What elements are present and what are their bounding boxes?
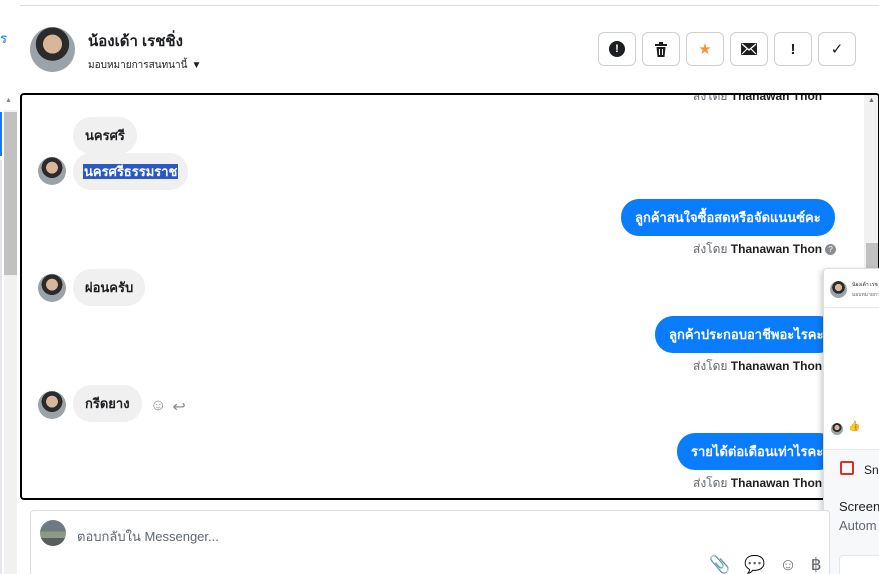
scroll-up-arrow-icon[interactable]: ▲: [5, 97, 12, 104]
trash-icon: [655, 41, 667, 57]
follow-up-button[interactable]: !: [774, 32, 812, 66]
reply-input[interactable]: ตอบกลับใน Messenger...: [77, 526, 219, 547]
sent-by-label: ส่งโดย Thanawan Thon: [693, 474, 822, 493]
incoming-message[interactable]: นครศรี: [73, 117, 137, 154]
notification-preview-card[interactable]: น้องเด้า เรช มอบหมายการ 👍 Sni Screen Aut…: [823, 268, 879, 574]
snip-text-line2: Autom: [839, 518, 877, 533]
sender-name: Thanawan Thon: [730, 242, 823, 256]
star-icon: ★: [698, 41, 712, 58]
sent-by-prefix: ส่งโดย: [693, 242, 728, 256]
paperclip-icon[interactable]: 📎: [709, 555, 730, 574]
delete-button[interactable]: [642, 32, 680, 66]
react-emoji-icon[interactable]: ☺: [150, 397, 166, 417]
incoming-message[interactable]: ผ่อนครับ: [73, 269, 146, 306]
sender-name: Thanawan Thon: [730, 359, 823, 373]
contact-avatar-small: [38, 274, 66, 302]
composer-tools: 📎 💬 ☺ ฿: [709, 555, 822, 574]
mark-done-button[interactable]: ✓: [818, 32, 856, 66]
exclamation-icon: !: [790, 40, 796, 58]
sidebar-edge-glyph: ร: [0, 31, 7, 46]
inbox-window: ร ▲ น้องเด้า เรชชิ่ง มอบหมายการสนทนานี้ …: [0, 0, 879, 574]
sent-by-label: ส่งโดย Thanawan Thon: [693, 357, 822, 376]
conversation-scrollbar-thumb[interactable]: [866, 243, 878, 271]
sent-by-prefix: ส่งโดย: [693, 476, 728, 490]
preview-name: น้องเด้า เรช: [852, 282, 878, 288]
assign-label: มอบหมายการสนทนานี้: [88, 60, 188, 71]
sender-name: Thanawan Thon: [730, 93, 823, 103]
reply-composer[interactable]: ตอบกลับใน Messenger... 📎 💬 ☺ ฿: [30, 510, 830, 574]
saved-reply-icon[interactable]: 💬: [744, 555, 765, 574]
page-avatar: [40, 520, 66, 546]
conversation-panel[interactable]: ส่งโดย Thanawan Thon นครศรี นครศรีธรรมรา…: [20, 93, 879, 500]
contact-avatar-small: [38, 391, 66, 419]
snip-action-box[interactable]: [839, 555, 879, 574]
top-divider: [20, 5, 879, 6]
incoming-message[interactable]: กรีดยาง: [73, 385, 142, 422]
reply-arrow-icon[interactable]: ↩: [172, 397, 185, 417]
preview-avatar: [830, 281, 847, 298]
outgoing-message[interactable]: ลูกค้าสนใจซื้อสดหรือจัดแนนซ์คะ: [621, 199, 835, 236]
sidebar-scrollbar-thumb[interactable]: [4, 112, 17, 275]
preview-subtitle: มอบหมายการ: [852, 292, 879, 298]
outgoing-message[interactable]: ลูกค้าประกอบอาชีพอะไรคะ: [655, 316, 838, 353]
sender-name: Thanawan Thon: [730, 476, 823, 490]
incoming-message[interactable]: นครศรีธรรมราช: [73, 153, 189, 190]
emoji-icon[interactable]: ☺: [779, 555, 796, 574]
scroll-up-arrow-icon[interactable]: ▲: [868, 97, 875, 104]
sent-by-label: ส่งโดย Thanawan Thon?: [693, 240, 837, 259]
outgoing-message[interactable]: รายได้ต่อเดือนเท่าไรคะ: [677, 433, 838, 470]
help-icon[interactable]: ?: [825, 244, 837, 255]
conversation-actions: ! ★ ! ✓: [598, 32, 856, 66]
selected-text: นครศรีธรรมราช: [83, 164, 179, 179]
thumbs-up-icon: 👍: [848, 421, 861, 432]
star-button[interactable]: ★: [686, 32, 724, 66]
mark-spam-button[interactable]: !: [598, 32, 636, 66]
envelope-icon: [741, 43, 757, 55]
active-indicator: [0, 112, 2, 156]
preview-avatar-small: [831, 423, 843, 435]
assign-conversation-dropdown[interactable]: มอบหมายการสนทนานี้ ▼: [88, 58, 201, 73]
checkmark-icon: ✓: [830, 41, 844, 58]
contact-avatar-small: [38, 157, 66, 185]
sent-by-prefix: ส่งโดย: [693, 359, 728, 373]
contact-avatar[interactable]: [30, 27, 75, 72]
caret-down-icon: ▼: [191, 60, 202, 71]
baht-icon[interactable]: ฿: [811, 555, 822, 574]
snip-text-line1: Screen: [839, 499, 879, 514]
contact-name[interactable]: น้องเด้า เรชชิ่ง: [88, 29, 183, 53]
preview-divider: [824, 307, 879, 308]
snipping-tool-icon: [840, 461, 854, 475]
message-actions: ☺ ↩: [150, 397, 186, 417]
mark-unread-button[interactable]: [730, 32, 768, 66]
sidebar-divider: [0, 160, 2, 574]
left-sidebar-edge: ร ▲: [0, 0, 20, 574]
sent-by-prefix: ส่งโดย: [693, 93, 728, 103]
snip-app-label: Sni: [864, 463, 879, 477]
sent-by-label: ส่งโดย Thanawan Thon: [693, 93, 823, 106]
exclamation-circle-icon: !: [609, 41, 625, 57]
